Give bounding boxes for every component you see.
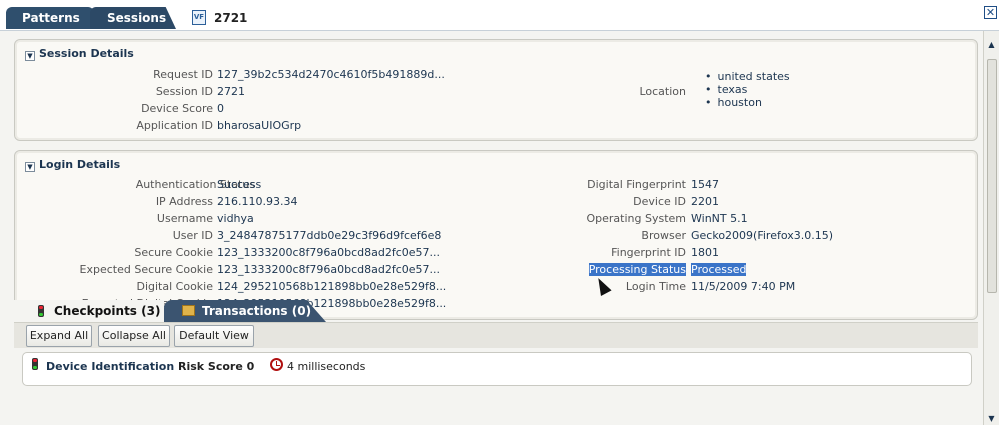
digital-cookie-value: 124_295210568b121898bb0e28e529f8... xyxy=(217,280,447,293)
top-tab-bar: Patterns Sessions VF 2721 ✕ xyxy=(0,0,999,31)
default-view-button[interactable]: Default View xyxy=(174,325,254,347)
tab-checkpoints-label: Checkpoints (3) xyxy=(54,304,161,318)
session-id-label: Session ID xyxy=(155,85,213,98)
scroll-up-icon[interactable]: ▲ xyxy=(986,39,997,50)
expected-secure-cookie-label: Expected Secure Cookie xyxy=(79,263,213,276)
device-id-value: 2201 xyxy=(691,195,719,208)
bottom-bar xyxy=(0,425,999,447)
processing-status-value: Processed xyxy=(691,263,747,276)
chevron-down-icon[interactable]: ▼ xyxy=(25,51,35,61)
tab-patterns[interactable]: Patterns xyxy=(6,7,94,29)
authentication-status-value: Success xyxy=(217,178,262,191)
user-id-value: 3_24847875177ddb0e29c3f96d9fcef6e8 xyxy=(217,229,442,242)
application-id-value: bharosaUIOGrp xyxy=(217,119,302,132)
digital-fingerprint-value: 1547 xyxy=(691,178,719,191)
collapse-all-button[interactable]: Collapse All xyxy=(98,325,170,347)
location-country: united states xyxy=(705,70,790,83)
subtab-bar: Checkpoints (3) Transactions (0) xyxy=(14,297,978,322)
clock-icon xyxy=(270,358,283,371)
browser-label: Browser xyxy=(641,229,686,242)
document-icon: VF xyxy=(192,10,206,25)
login-details-panel: ▼ Login Details Authentication Status Suc… xyxy=(14,150,978,320)
location-state: texas xyxy=(705,83,790,96)
checkpoint-toolbar: Expand All Collapse All Default View xyxy=(14,322,978,348)
location-label: Location xyxy=(639,85,686,98)
tab-sessions[interactable]: Sessions xyxy=(90,7,176,29)
chevron-down-icon[interactable]: ▼ xyxy=(25,162,35,172)
session-details-header[interactable]: ▼ Session Details xyxy=(25,47,134,61)
username-value: vidhya xyxy=(217,212,254,225)
vertical-scrollbar[interactable]: ▲ ▼ xyxy=(983,31,999,425)
checkpoint-device-identification[interactable]: Device Identification Risk Score 0 4 mil… xyxy=(22,352,972,386)
tab-transactions[interactable]: Transactions (0) xyxy=(164,300,326,322)
tab-transactions-label: Transactions (0) xyxy=(202,304,312,318)
secure-cookie-label: Secure Cookie xyxy=(134,246,213,259)
session-details-title: Session Details xyxy=(39,47,134,60)
request-id-label: Request ID xyxy=(153,68,213,81)
digital-fingerprint-label: Digital Fingerprint xyxy=(587,178,686,191)
location-list: united states texas houston xyxy=(705,70,790,109)
location-city: houston xyxy=(705,96,790,109)
fingerprint-id-label: Fingerprint ID xyxy=(611,246,686,259)
operating-system-value: WinNT 5.1 xyxy=(691,212,748,225)
expected-secure-cookie-value: 123_1333200c8f796a0bcd8ad2fc0e57... xyxy=(217,263,441,276)
login-details-header[interactable]: ▼ Login Details xyxy=(25,158,120,172)
device-id-label: Device ID xyxy=(633,195,686,208)
application-id-label: Application ID xyxy=(136,119,213,132)
browser-value: Gecko2009(Firefox3.0.15) xyxy=(691,229,834,242)
device-score-label: Device Score xyxy=(141,102,213,115)
ip-address-value: 216.110.93.34 xyxy=(217,195,298,208)
checkpoint-name: Device Identification xyxy=(46,360,175,373)
traffic-light-icon xyxy=(38,305,44,317)
scroll-down-icon[interactable]: ▼ xyxy=(986,413,997,424)
tab-checkpoints[interactable]: Checkpoints (3) xyxy=(14,300,164,322)
operating-system-label: Operating System xyxy=(586,212,686,225)
user-id-label: User ID xyxy=(172,229,213,242)
processing-status-label: Processing Status xyxy=(535,263,686,276)
session-details-panel: ▼ Session Details Request ID 127_39b2c534… xyxy=(14,39,978,141)
expand-all-button[interactable]: Expand All xyxy=(26,325,92,347)
scroll-thumb[interactable] xyxy=(987,59,997,293)
document-title: 2721 xyxy=(214,11,248,25)
request-id-value: 127_39b2c534d2470c4610f5b491889d... xyxy=(217,68,445,81)
checkpoint-duration: 4 milliseconds xyxy=(287,360,366,373)
session-id-value: 2721 xyxy=(217,85,245,98)
checkpoint-risk-score: Risk Score 0 xyxy=(178,360,255,373)
close-icon[interactable]: ✕ xyxy=(984,6,997,19)
fingerprint-id-value: 1801 xyxy=(691,246,719,259)
device-score-value: 0 xyxy=(217,102,224,115)
login-time-value: 11/5/2009 7:40 PM xyxy=(691,280,796,293)
ip-address-label: IP Address xyxy=(155,195,213,208)
login-details-title: Login Details xyxy=(39,158,121,171)
traffic-light-icon xyxy=(32,358,38,370)
username-label: Username xyxy=(156,212,213,225)
digital-cookie-label: Digital Cookie xyxy=(136,280,213,293)
transactions-icon xyxy=(182,305,195,316)
secure-cookie-value: 123_1333200c8f796a0bcd8ad2fc0e57... xyxy=(217,246,441,259)
processing-status-value-text: Processed xyxy=(691,263,747,276)
login-time-label: Login Time xyxy=(625,280,686,293)
